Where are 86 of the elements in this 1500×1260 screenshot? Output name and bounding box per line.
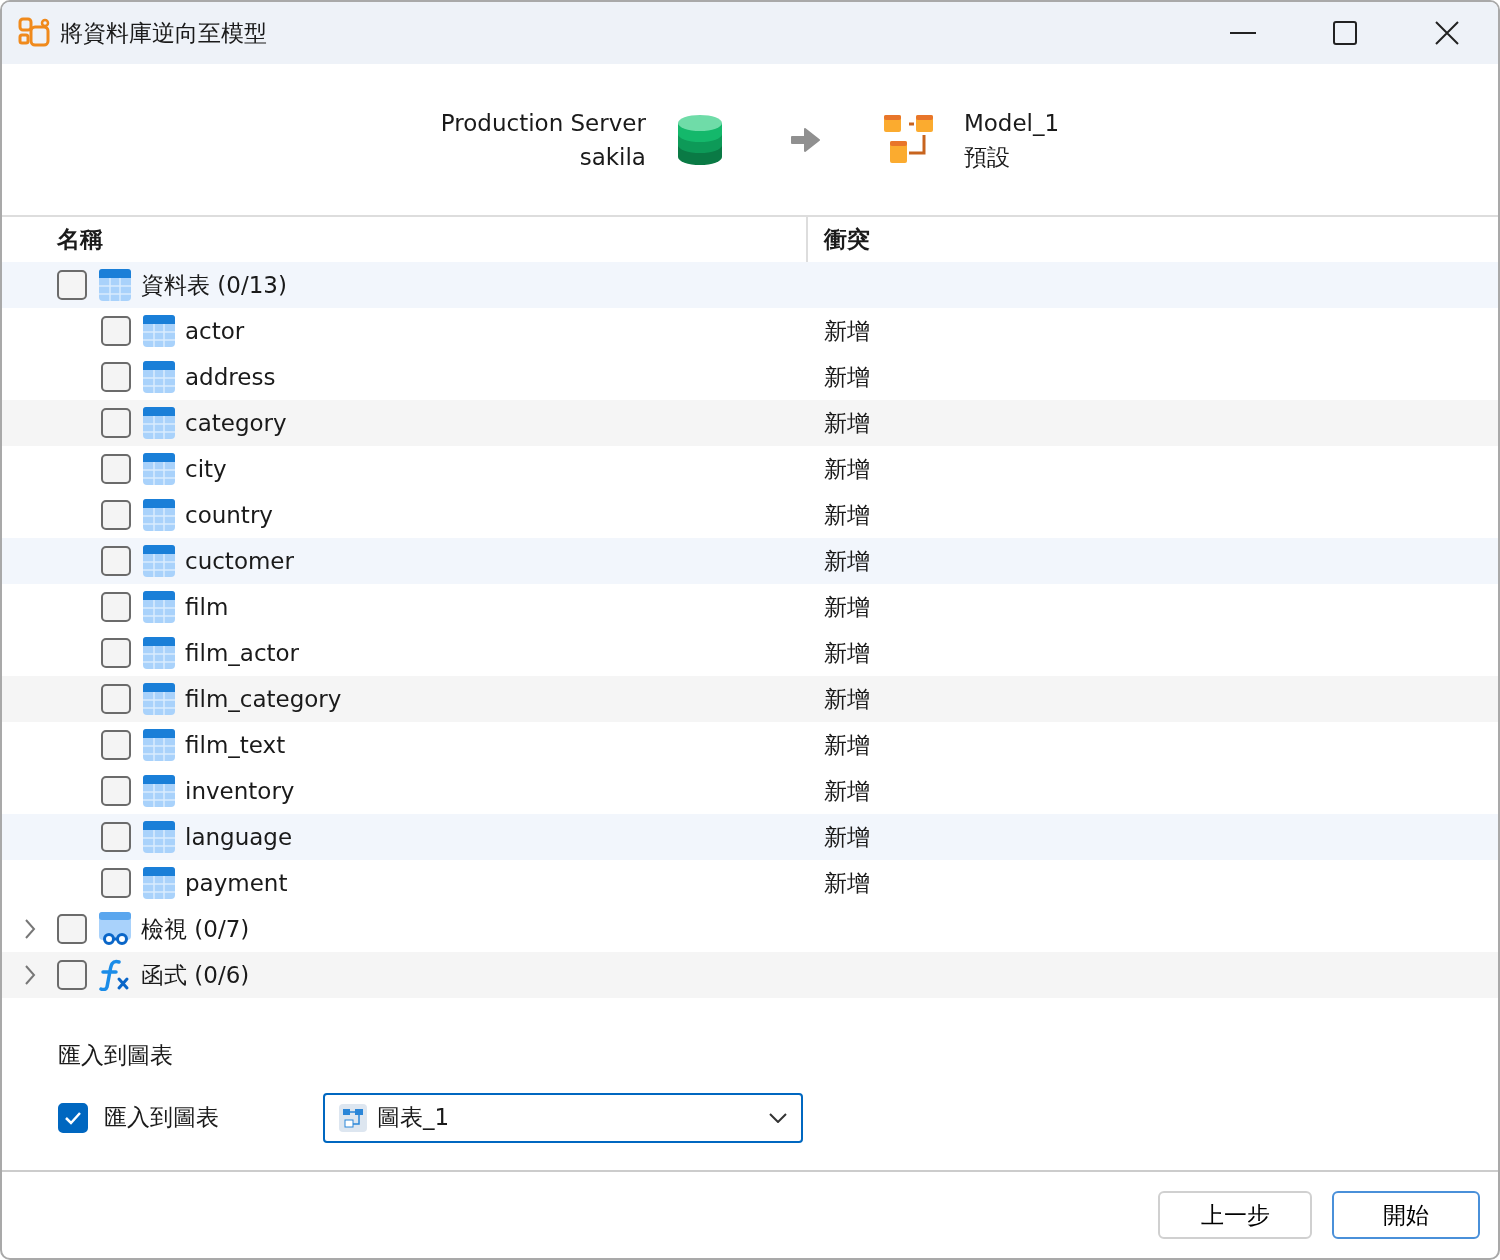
tree-group-label: 資料表 (0/13) — [141, 270, 287, 300]
schema-name: 預設 — [963, 142, 1011, 172]
conflict-status: 新增 — [824, 500, 870, 530]
conflict-status: 新增 — [824, 546, 870, 576]
checkbox[interactable] — [101, 638, 131, 668]
model-name: Model_1 — [963, 108, 1060, 138]
conflict-status: 新增 — [824, 408, 870, 438]
table-icon — [143, 545, 175, 577]
table-name: film_actor — [185, 638, 300, 668]
checkbox[interactable] — [101, 500, 131, 530]
table-icon — [143, 775, 175, 807]
view-icon — [99, 912, 131, 946]
tree-group-label: 函式 (0/6) — [141, 960, 250, 990]
dialog-button[interactable]: 開始 — [1332, 1191, 1480, 1239]
database-icon — [677, 114, 722, 165]
conflict-status: 新增 — [824, 638, 870, 668]
checkbox[interactable] — [101, 730, 131, 760]
section-title: 匯入到圖表 — [58, 1041, 174, 1070]
checkbox[interactable] — [57, 914, 87, 944]
close-icon — [1435, 21, 1459, 45]
database-name: sakila — [578, 142, 646, 172]
checkbox[interactable] — [101, 408, 131, 438]
model-icon — [883, 114, 934, 165]
table-name: film_text — [185, 730, 286, 760]
window-title: 將資料庫逆向至模型 — [60, 18, 267, 48]
conflict-status: 新增 — [824, 730, 870, 760]
chevron-icon[interactable] — [23, 964, 36, 986]
table-icon — [143, 453, 175, 485]
table-icon — [143, 591, 175, 623]
checkbox[interactable] — [58, 1102, 88, 1133]
maximize-icon — [1333, 21, 1357, 45]
table-name: address — [185, 362, 276, 392]
table-name: actor — [185, 316, 245, 346]
table-name: city — [185, 454, 227, 484]
checkbox[interactable] — [101, 684, 131, 714]
table-icon — [143, 361, 175, 393]
server-name: Production Server — [440, 108, 646, 138]
conflict-status: 新增 — [824, 362, 870, 392]
checkbox[interactable] — [101, 868, 131, 898]
arrow-icon — [789, 126, 820, 153]
checkbox[interactable] — [57, 270, 87, 300]
table-icon — [143, 499, 175, 531]
checkbox[interactable] — [101, 592, 131, 622]
table-icon — [143, 729, 175, 761]
checkbox[interactable] — [101, 822, 131, 852]
table-icon — [143, 867, 175, 899]
conflict-status: 新增 — [824, 592, 870, 622]
table-name: category — [185, 408, 287, 438]
conflict-status: 新增 — [824, 822, 870, 852]
caret-icon — [769, 1112, 787, 1123]
table-icon — [143, 407, 175, 439]
table-icon — [99, 269, 131, 301]
conflict-status: 新增 — [824, 454, 870, 484]
app-logo-icon — [18, 17, 50, 49]
function-icon — [99, 959, 131, 991]
conflict-status: 新增 — [824, 776, 870, 806]
table-icon — [143, 683, 175, 715]
table-name: country — [185, 500, 273, 530]
tree-group-label: 檢視 (0/7) — [141, 914, 250, 944]
checkbox[interactable] — [101, 316, 131, 346]
conflict-status: 新增 — [824, 316, 870, 346]
column-header: 衝突 — [824, 225, 870, 255]
conflict-status: 新增 — [824, 684, 870, 714]
chevron-icon[interactable] — [23, 918, 36, 940]
checkbox[interactable] — [101, 362, 131, 392]
table-name: language — [185, 822, 293, 852]
table-icon — [143, 637, 175, 669]
checkbox[interactable] — [101, 454, 131, 484]
table-icon — [143, 821, 175, 853]
table-name: cuctomer — [185, 546, 294, 576]
table-name: film — [185, 592, 229, 622]
checkbox[interactable] — [57, 960, 87, 990]
table-name: payment — [185, 868, 288, 898]
checkbox[interactable] — [101, 546, 131, 576]
minimize-icon — [1230, 32, 1256, 34]
checkbox[interactable] — [101, 776, 131, 806]
diagram-icon — [339, 1103, 367, 1132]
conflict-status: 新增 — [824, 868, 870, 898]
dialog-button[interactable]: 上一步 — [1158, 1191, 1312, 1239]
column-header: 名稱 — [57, 225, 103, 255]
checkbox-label: 匯入到圖表 — [104, 1103, 219, 1133]
checkmark-icon — [64, 1110, 82, 1125]
diagram-dropdown[interactable]: 圖表_1 — [323, 1092, 803, 1143]
table-name: film_category — [185, 684, 342, 714]
table-name: inventory — [185, 776, 295, 806]
table-icon — [143, 315, 175, 347]
